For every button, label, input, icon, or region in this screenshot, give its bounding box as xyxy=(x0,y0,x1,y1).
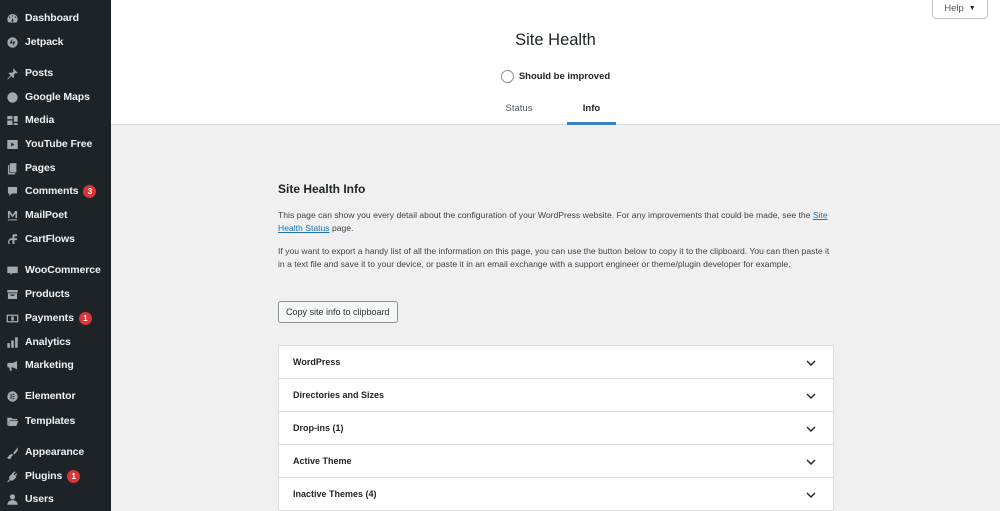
plugins-count-badge: 1 xyxy=(67,469,81,483)
sidebar-item-label: Templates xyxy=(25,415,76,427)
tab-status[interactable]: Status xyxy=(496,92,542,125)
caret-down-icon: ▼ xyxy=(968,5,976,12)
sidebar-item-products[interactable]: Products xyxy=(0,283,111,305)
plug-icon xyxy=(5,469,19,483)
chevron-down-icon xyxy=(805,389,817,401)
payments-count-badge: 1 xyxy=(78,311,92,325)
health-status: Should be improved xyxy=(111,70,1000,83)
sidebar-item-label: WooCommerce xyxy=(25,264,101,276)
accordion-item-directories-and-sizes[interactable]: Directories and Sizes xyxy=(279,379,833,412)
chevron-down-icon xyxy=(805,488,817,500)
sidebar-item-label: Pages xyxy=(25,162,56,174)
accordion-item-drop-ins[interactable]: Drop-ins (1) xyxy=(279,412,833,445)
copy-site-info-button[interactable]: Copy site info to clipboard xyxy=(278,301,398,323)
brush-icon xyxy=(5,445,19,459)
sidebar-item-cartflows[interactable]: CartFlows xyxy=(0,228,111,250)
sidebar-item-label: Jetpack xyxy=(25,36,64,48)
sidebar-item-label: Users xyxy=(25,493,54,505)
chevron-down-icon xyxy=(805,455,817,467)
sidebar-item-templates[interactable]: Templates xyxy=(0,410,111,432)
sidebar-item-comments[interactable]: Comments 3 xyxy=(0,180,111,202)
sidebar-item-label: Dashboard xyxy=(25,12,79,24)
intro-text: This page can show you every detail abou… xyxy=(278,210,813,220)
sidebar-item-label: Plugins xyxy=(25,470,63,482)
sidebar-item-jetpack[interactable]: Jetpack xyxy=(0,31,111,53)
accordion-label: Active Theme xyxy=(293,456,352,466)
media-icon xyxy=(5,113,19,127)
sidebar-item-label: Elementor xyxy=(25,390,76,402)
mailpoet-icon xyxy=(5,208,19,222)
progress-circle-icon xyxy=(500,70,514,83)
sidebar-item-payments[interactable]: Payments 1 xyxy=(0,307,111,329)
dashboard-icon xyxy=(5,11,19,25)
jetpack-icon xyxy=(5,35,19,49)
admin-sidebar: Dashboard Jetpack Posts Google Maps Medi… xyxy=(0,0,111,511)
accordion-item-inactive-themes[interactable]: Inactive Themes (4) xyxy=(279,478,833,511)
site-health-header: Help ▼ Site Health Should be improved St… xyxy=(111,0,1000,125)
sidebar-item-analytics[interactable]: Analytics xyxy=(0,331,111,353)
youtube-icon xyxy=(5,137,19,151)
sidebar-item-label: Google Maps xyxy=(25,91,90,103)
sidebar-item-appearance[interactable]: Appearance xyxy=(0,441,111,463)
site-health-info-section: Site Health Info This page can show you … xyxy=(278,180,834,323)
globe-icon xyxy=(5,90,19,104)
folder-icon xyxy=(5,414,19,428)
money-icon xyxy=(5,311,19,325)
cartflows-icon xyxy=(5,232,19,246)
accordion-label: WordPress xyxy=(293,357,341,367)
sidebar-item-label: Payments xyxy=(25,312,74,324)
section-title: Site Health Info xyxy=(278,182,366,196)
sidebar-item-label: YouTube Free xyxy=(25,138,93,150)
sidebar-item-label: Analytics xyxy=(25,336,71,348)
user-icon xyxy=(5,492,19,506)
sidebar-item-label: Appearance xyxy=(25,446,85,458)
tab-info[interactable]: Info xyxy=(567,92,616,125)
sidebar-item-google-maps[interactable]: Google Maps xyxy=(0,86,111,108)
sidebar-item-users[interactable]: Users xyxy=(0,488,111,510)
sidebar-item-plugins[interactable]: Plugins 1 xyxy=(0,465,111,487)
sidebar-item-elementor[interactable]: Elementor xyxy=(0,385,111,407)
pin-icon xyxy=(5,66,19,80)
sidebar-item-woocommerce[interactable]: WooCommerce xyxy=(0,259,111,281)
accordion-label: Drop-ins (1) xyxy=(293,423,344,433)
help-label: Help xyxy=(944,3,964,14)
comment-icon xyxy=(5,184,19,198)
intro-text-end: page. xyxy=(329,223,354,233)
sidebar-item-label: MailPoet xyxy=(25,209,68,221)
bar-chart-icon xyxy=(5,335,19,349)
page-title: Site Health xyxy=(515,31,596,49)
intro-paragraph: This page can show you every detail abou… xyxy=(278,209,834,235)
sidebar-item-label: Posts xyxy=(25,67,54,79)
chevron-down-icon xyxy=(805,422,817,434)
sidebar-item-label: Marketing xyxy=(25,359,74,371)
archive-icon xyxy=(5,287,19,301)
elementor-icon xyxy=(5,389,19,403)
accordion-item-active-theme[interactable]: Active Theme xyxy=(279,445,833,478)
chevron-down-icon xyxy=(805,356,817,368)
pages-icon xyxy=(5,161,19,175)
help-button[interactable]: Help ▼ xyxy=(932,0,988,19)
sidebar-item-pages[interactable]: Pages xyxy=(0,157,111,179)
info-accordion: WordPress Directories and Sizes Drop-ins… xyxy=(278,345,834,511)
sidebar-item-dashboard[interactable]: Dashboard xyxy=(0,7,111,29)
sidebar-item-label: CartFlows xyxy=(25,233,75,245)
sidebar-item-youtube-free[interactable]: YouTube Free xyxy=(0,133,111,155)
sidebar-item-mailpoet[interactable]: MailPoet xyxy=(0,204,111,226)
sidebar-item-media[interactable]: Media xyxy=(0,109,111,131)
sidebar-item-label: Comments xyxy=(25,185,79,197)
accordion-item-wordpress[interactable]: WordPress xyxy=(279,346,833,379)
woocommerce-icon xyxy=(5,263,19,277)
export-paragraph: If you want to export a handy list of al… xyxy=(278,246,830,269)
health-status-text: Should be improved xyxy=(518,71,611,82)
accordion-label: Directories and Sizes xyxy=(293,390,385,400)
sidebar-item-marketing[interactable]: Marketing xyxy=(0,354,111,376)
accordion-label: Inactive Themes (4) xyxy=(293,489,377,499)
megaphone-icon xyxy=(5,358,19,372)
sidebar-item-label: Media xyxy=(25,114,55,126)
sidebar-item-posts[interactable]: Posts xyxy=(0,62,111,84)
comments-count-badge: 3 xyxy=(83,184,97,198)
sidebar-item-label: Products xyxy=(25,288,70,300)
